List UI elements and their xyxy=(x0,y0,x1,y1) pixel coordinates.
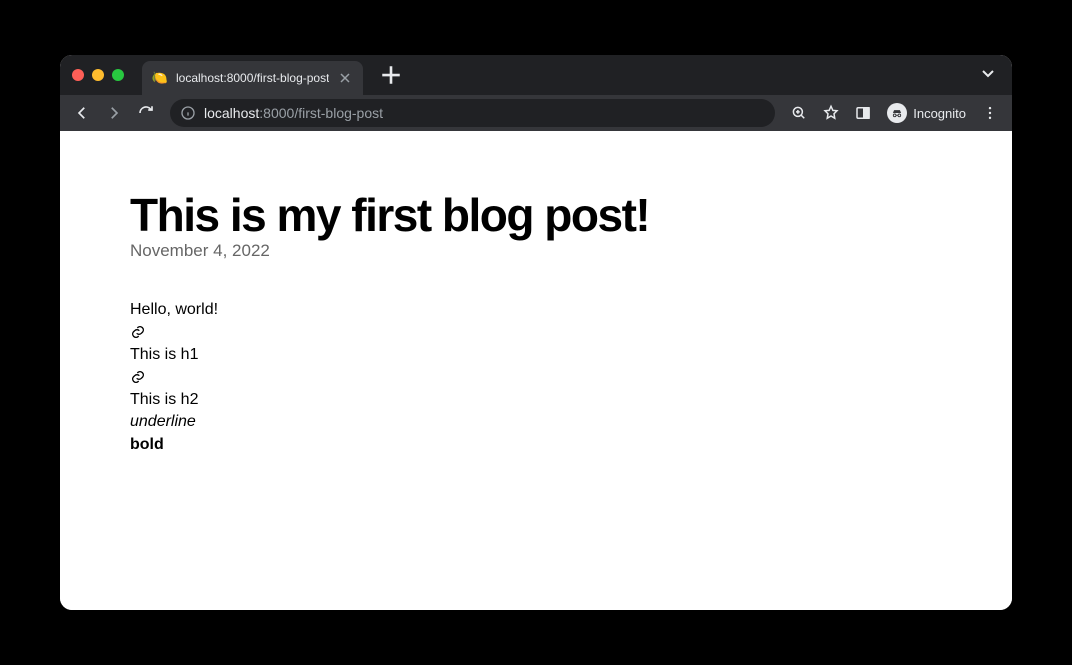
anchor-link-icon[interactable] xyxy=(130,366,942,388)
post-title: This is my first blog post! xyxy=(130,191,942,239)
minimize-window-button[interactable] xyxy=(92,69,104,81)
new-tab-button[interactable] xyxy=(377,61,405,89)
url-port: :8000 xyxy=(259,105,294,121)
post-line-bold: bold xyxy=(130,434,942,456)
incognito-label: Incognito xyxy=(913,106,966,121)
address-bar[interactable]: localhost:8000/first-blog-post xyxy=(170,99,775,127)
post-line-h2: This is h2 xyxy=(130,389,942,411)
browser-tab[interactable]: 🍋 localhost:8000/first-blog-post xyxy=(142,61,363,95)
side-panel-icon[interactable] xyxy=(849,99,877,127)
close-tab-button[interactable] xyxy=(337,70,353,86)
url-text: localhost:8000/first-blog-post xyxy=(204,105,765,121)
post-line-hello: Hello, world! xyxy=(130,299,942,321)
window-dropdown-button[interactable] xyxy=(976,61,1000,90)
post-line-underline: underline xyxy=(130,411,942,433)
url-path: /first-blog-post xyxy=(294,105,383,121)
post-body: Hello, world! This is h1 This is h2 unde… xyxy=(130,299,942,456)
close-window-button[interactable] xyxy=(72,69,84,81)
reload-button[interactable] xyxy=(132,99,160,127)
tab-title: localhost:8000/first-blog-post xyxy=(176,71,329,85)
browser-window: 🍋 localhost:8000/first-blog-post xyxy=(60,55,1012,610)
post-date: November 4, 2022 xyxy=(130,241,942,261)
incognito-icon xyxy=(887,103,907,123)
url-host: localhost xyxy=(204,105,259,121)
zoom-icon[interactable] xyxy=(785,99,813,127)
incognito-badge[interactable]: Incognito xyxy=(881,103,972,123)
page-content[interactable]: This is my first blog post! November 4, … xyxy=(60,131,1012,610)
back-button[interactable] xyxy=(68,99,96,127)
traffic-lights xyxy=(72,69,124,81)
tab-favicon: 🍋 xyxy=(152,70,168,86)
menu-button[interactable] xyxy=(976,99,1004,127)
maximize-window-button[interactable] xyxy=(112,69,124,81)
bookmark-icon[interactable] xyxy=(817,99,845,127)
toolbar: localhost:8000/first-blog-post Incognito xyxy=(60,95,1012,131)
post-line-h1: This is h1 xyxy=(130,344,942,366)
forward-button[interactable] xyxy=(100,99,128,127)
site-info-icon[interactable] xyxy=(180,105,196,121)
titlebar: 🍋 localhost:8000/first-blog-post xyxy=(60,55,1012,95)
anchor-link-icon[interactable] xyxy=(130,322,942,344)
